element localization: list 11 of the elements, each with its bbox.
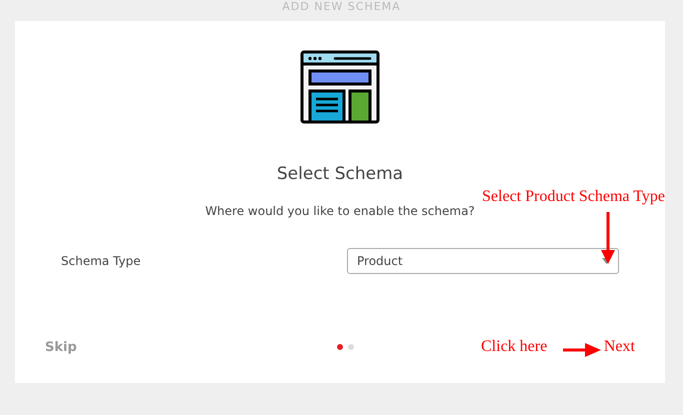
- next-button[interactable]: Next: [604, 338, 635, 356]
- field-label: Schema Type: [61, 254, 142, 268]
- card-title: Select Schema: [276, 164, 404, 184]
- arrow-icon: [563, 343, 601, 357]
- arrow-icon: [601, 212, 615, 264]
- card-subtitle: Where would you like to enable the schema?: [205, 204, 475, 218]
- annotation-text: Select Product Schema Type: [482, 188, 665, 206]
- web-page-layout-icon: [300, 50, 380, 124]
- schema-type-dropdown[interactable]: Product: [347, 248, 619, 274]
- annotation-text: Click here: [481, 338, 548, 356]
- skip-button[interactable]: Skip: [45, 340, 77, 354]
